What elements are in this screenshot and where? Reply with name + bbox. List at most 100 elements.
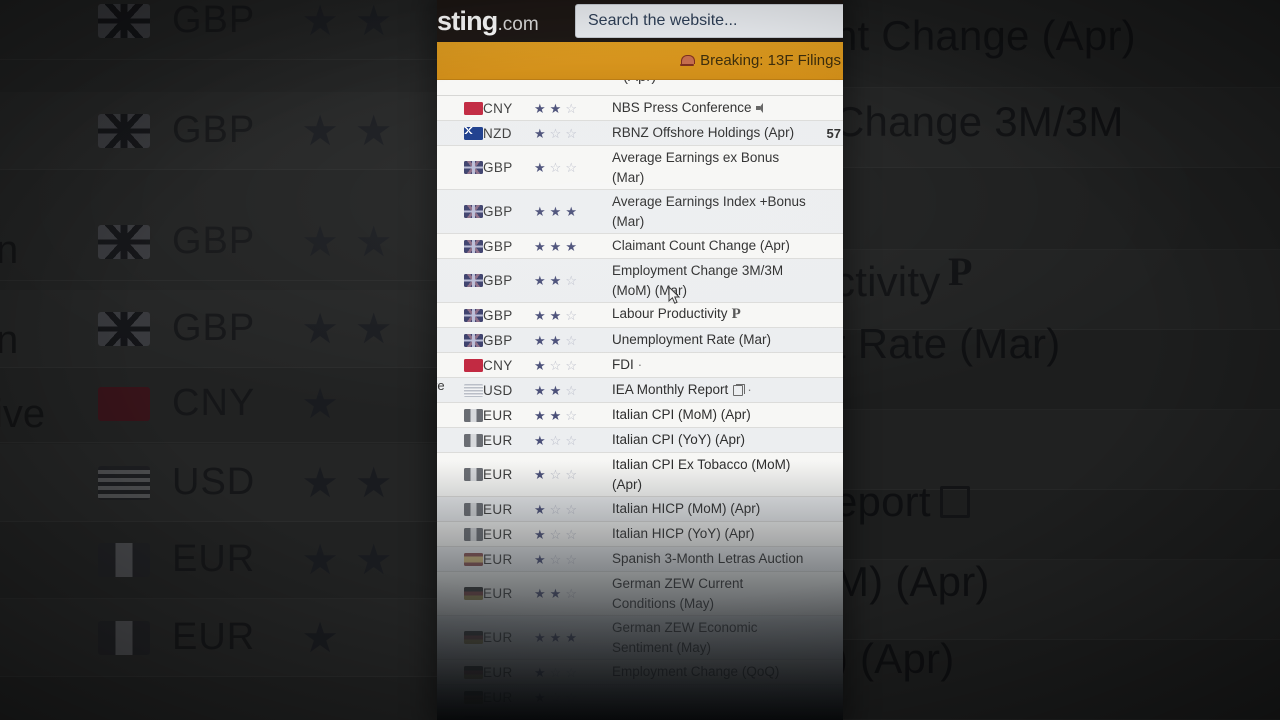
flag-cell bbox=[437, 502, 483, 516]
calendar-row[interactable]: EUR ★ ★ ★ German ZEW Economic Sentiment (May… bbox=[437, 616, 843, 660]
background-currency-label: EUR bbox=[172, 616, 256, 658]
calendar-row[interactable]: EUR ★ ★ ☆ German ZEW Current Conditions (May… bbox=[437, 572, 843, 616]
currency-label: EUR bbox=[483, 664, 513, 680]
star-filled-icon: ★ bbox=[534, 586, 546, 601]
event-name[interactable]: NBS Press Conference bbox=[599, 98, 813, 117]
star-filled-icon: ★ bbox=[534, 407, 546, 423]
star-empty-icon: ☆ bbox=[549, 160, 562, 175]
calendar-row[interactable]: EUR ★ ☆ ☆ Italian CPI Ex Tobacco (MoM) (Apr) bbox=[437, 453, 843, 497]
currency-label: EUR bbox=[483, 526, 513, 542]
calendar-row[interactable]: GBP ★ ★ ★ Average Earnings Index +Bonus (Mar… bbox=[437, 190, 843, 234]
event-name[interactable]: Italian CPI (YoY) (Apr) bbox=[599, 430, 813, 449]
event-name[interactable]: Labour Productivity P bbox=[599, 304, 813, 325]
importance-stars[interactable]: ★ ★ ★ bbox=[531, 631, 599, 644]
star-empty-icon: ☆ bbox=[549, 125, 562, 141]
flag-cell bbox=[437, 433, 483, 447]
importance-stars[interactable]: ★ ★ ☆ bbox=[531, 274, 599, 287]
event-name[interactable]: Claimant Count Change (Apr) bbox=[599, 236, 813, 255]
event-name[interactable]: Italian HICP (YoY) (Apr) bbox=[599, 524, 813, 543]
eur-flag-icon bbox=[464, 527, 483, 541]
star-empty-icon: ☆ bbox=[565, 407, 577, 423]
importance-stars[interactable]: ★☆☆ bbox=[531, 503, 599, 516]
flag-cell bbox=[437, 239, 483, 253]
importance-stars[interactable]: ★ ★ ★ bbox=[531, 240, 599, 253]
calendar-row[interactable]: GBP ★ ★ ★ Claimant Count Change (Apr) bbox=[437, 234, 843, 259]
event-name[interactable]: German ZEW Economic Sentiment (May) bbox=[599, 618, 813, 656]
importance-stars[interactable]: ★ ★ ☆ bbox=[531, 334, 599, 347]
calendar-row[interactable]: USD ★ ★ ☆ IEA Monthly Report · bbox=[437, 378, 843, 403]
event-name[interactable]: Employment Change (QoQ) bbox=[599, 662, 813, 681]
cny-flag-icon bbox=[464, 358, 483, 372]
star-filled-icon: ★ bbox=[534, 382, 546, 398]
event-name[interactable]: German ZEW Current Conditions (May) bbox=[599, 574, 813, 612]
importance-stars[interactable]: ★ ★ ☆ bbox=[531, 309, 599, 322]
eur-flag-icon bbox=[464, 502, 483, 516]
event-name[interactable]: IEA Monthly Report · bbox=[599, 380, 813, 399]
importance-stars[interactable]: ★☆☆ bbox=[531, 716, 599, 720]
event-name[interactable]: RBNZ Offshore Holdings (Apr) bbox=[599, 123, 813, 142]
calendar-row[interactable]: NZD ★ ☆ ☆ RBNZ Offshore Holdings (Apr) 57 bbox=[437, 121, 843, 146]
event-name[interactable]: Average Earnings Index +Bonus (Mar) bbox=[599, 192, 813, 230]
importance-stars[interactable]: ★☆☆ bbox=[531, 434, 599, 447]
calendar-row[interactable]: EUR ★ ☆ ☆ Italian CPI (YoY) (Apr) bbox=[437, 428, 843, 453]
event-name[interactable]: Italian CPI Ex Tobacco (MoM) (Apr) bbox=[599, 455, 813, 493]
star-empty-icon: ☆ bbox=[565, 382, 577, 398]
calendar-row[interactable]: EUR ★ ☆ ☆ Employment Change (QoQ) bbox=[437, 660, 843, 685]
importance-stars[interactable]: ★☆☆ bbox=[531, 528, 599, 541]
calendar-row[interactable]: GBP ★ ★ ☆ Unemployment Rate (Mar) bbox=[437, 328, 843, 353]
background-row bbox=[840, 168, 1280, 250]
importance-stars[interactable]: ★☆☆ bbox=[531, 691, 599, 704]
event-name[interactable]: Italian HICP (MoM) (Apr) bbox=[599, 499, 813, 518]
calendar-row[interactable]: CNY ★ ★ ☆ NBS Press Conference bbox=[437, 96, 843, 121]
calendar-row[interactable]: EUR ★ ★ ☆ Italian CPI (MoM) (Apr) bbox=[437, 403, 843, 428]
flag-cell bbox=[437, 715, 483, 720]
event-name[interactable]: Employment Change 3M/3M (MoM) (Mar) bbox=[599, 261, 813, 299]
importance-stars[interactable]: ★☆☆ bbox=[531, 553, 599, 566]
importance-stars[interactable]: ★☆☆ bbox=[531, 127, 599, 140]
event-name[interactable]: Italian CPI (MoM) (Apr) bbox=[599, 405, 813, 424]
currency-label: EUR bbox=[483, 551, 513, 567]
calendar-row[interactable]: EUR ★ ☆ ☆ Italian HICP (MoM) (Apr) bbox=[437, 497, 843, 522]
importance-stars[interactable]: ★☆☆ bbox=[531, 468, 599, 481]
calendar-row[interactable]: EUR ★ ☆ ☆ Spanish 3-Month Letras Auction bbox=[437, 547, 843, 572]
event-name[interactable]: Unemployment Rate (Mar) bbox=[599, 330, 813, 349]
calendar-row[interactable]: GBP ★ ★ ☆ Employment Change 3M/3M (MoM) (Mar… bbox=[437, 259, 843, 303]
background-text-fragment: ) (Apr) bbox=[840, 635, 955, 682]
calendar-row[interactable]: EUR★☆☆ bbox=[437, 685, 843, 710]
star-empty-icon: ☆ bbox=[549, 551, 562, 567]
background-currency-label: GBP bbox=[172, 220, 256, 262]
flag-cell bbox=[437, 358, 483, 372]
importance-stars[interactable]: ★☆☆ bbox=[531, 666, 599, 679]
clipped-top-row: (Apr) bbox=[437, 80, 843, 96]
importance-stars[interactable]: ★ ★ ☆ bbox=[531, 587, 599, 600]
bell-icon bbox=[680, 55, 696, 66]
importance-stars[interactable]: ★ ★ ☆ bbox=[531, 409, 599, 422]
background-star-icon: ★ bbox=[354, 106, 393, 154]
calendar-row[interactable]: EUR★☆☆ bbox=[437, 710, 843, 720]
deu-flag-icon bbox=[464, 690, 483, 704]
star-filled-icon: ★ bbox=[565, 238, 577, 254]
event-name[interactable]: Average Earnings ex Bonus (Mar) bbox=[599, 148, 813, 186]
background-stars: ★ ★ bbox=[301, 538, 392, 581]
importance-stars[interactable]: ★ ★ ☆ bbox=[531, 102, 599, 115]
flag-cell bbox=[437, 274, 483, 287]
calendar-row[interactable]: GBP ★ ★ ☆ Labour Productivity P bbox=[437, 303, 843, 328]
calendar-row[interactable]: CNY ★ ☆ ☆ FDI · bbox=[437, 353, 843, 378]
background-stars: ★ ★ bbox=[301, 106, 393, 154]
star-empty-icon: ☆ bbox=[549, 501, 562, 517]
importance-stars[interactable]: ★☆☆ bbox=[531, 161, 599, 174]
event-name[interactable]: FDI · bbox=[599, 355, 813, 374]
importance-stars[interactable]: ★ ★ ☆ bbox=[531, 384, 599, 397]
importance-stars[interactable]: ★ ★ ★ bbox=[531, 205, 599, 218]
site-logo[interactable]: sting.com bbox=[437, 6, 539, 37]
search-box[interactable] bbox=[575, 4, 843, 38]
calendar-row[interactable]: GBP ★ ☆ ☆ Average Earnings ex Bonus (Mar) bbox=[437, 146, 843, 190]
search-input[interactable] bbox=[588, 12, 843, 30]
flag-cell bbox=[437, 690, 483, 704]
star-filled-icon: ★ bbox=[534, 307, 546, 323]
flag-cell bbox=[437, 308, 483, 322]
breaking-news-bar[interactable]: Breaking: 13F Filings bbox=[437, 42, 843, 80]
event-name[interactable]: Spanish 3-Month Letras Auction bbox=[599, 549, 813, 568]
importance-stars[interactable]: ★☆☆ bbox=[531, 359, 599, 372]
calendar-row[interactable]: EUR ★ ☆ ☆ Italian HICP (YoY) (Apr) bbox=[437, 522, 843, 547]
